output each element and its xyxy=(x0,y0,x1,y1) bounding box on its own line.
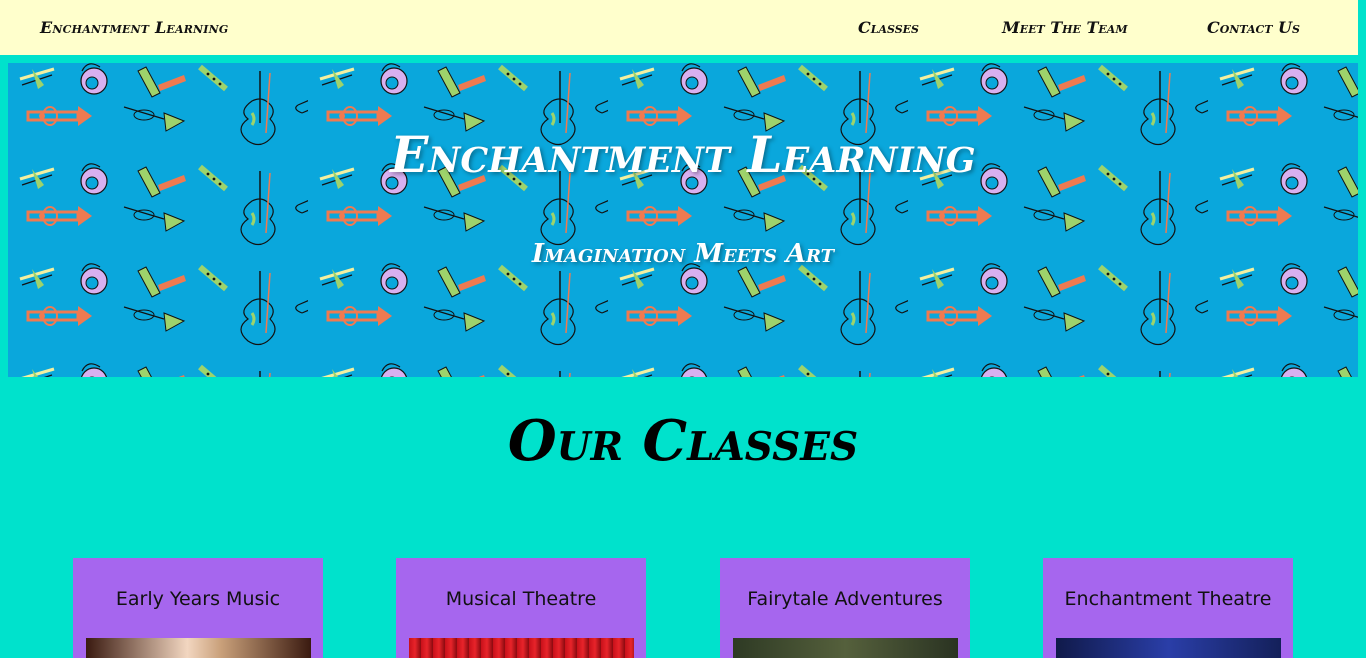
nav-link-meet-the-team[interactable]: Meet The Team xyxy=(1002,18,1128,37)
hero-subtitle: Imagination Meets Art xyxy=(531,239,835,269)
class-card-musical-theatre[interactable]: Musical Theatre xyxy=(396,558,646,658)
class-card-image xyxy=(86,638,311,658)
class-card-enchantment-theatre[interactable]: Enchantment Theatre xyxy=(1043,558,1293,658)
class-card-title: Enchantment Theatre xyxy=(1064,588,1272,610)
hero-title: Enchantment Learning xyxy=(390,125,976,184)
top-navbar: Enchantment Learning Classes Meet The Te… xyxy=(0,0,1358,55)
class-card-early-years-music[interactable]: Early Years Music xyxy=(73,558,323,658)
class-card-image xyxy=(409,638,634,658)
nav-link-contact-us[interactable]: Contact Us xyxy=(1207,18,1300,37)
hero-banner: Enchantment Learning Imagination Meets A… xyxy=(8,63,1358,377)
nav-brand-link[interactable]: Enchantment Learning xyxy=(40,18,229,37)
class-card-title: Early Years Music xyxy=(115,588,281,610)
class-card-image xyxy=(733,638,958,658)
class-card-image xyxy=(1056,638,1281,658)
class-card-title: Fairytale Adventures xyxy=(747,588,943,610)
classes-heading: Our Classes xyxy=(507,408,859,474)
instrument-pattern-background xyxy=(8,63,1358,377)
nav-link-classes[interactable]: Classes xyxy=(858,18,919,37)
class-card-fairytale-adventures[interactable]: Fairytale Adventures xyxy=(720,558,970,658)
class-card-title: Musical Theatre xyxy=(445,588,597,610)
